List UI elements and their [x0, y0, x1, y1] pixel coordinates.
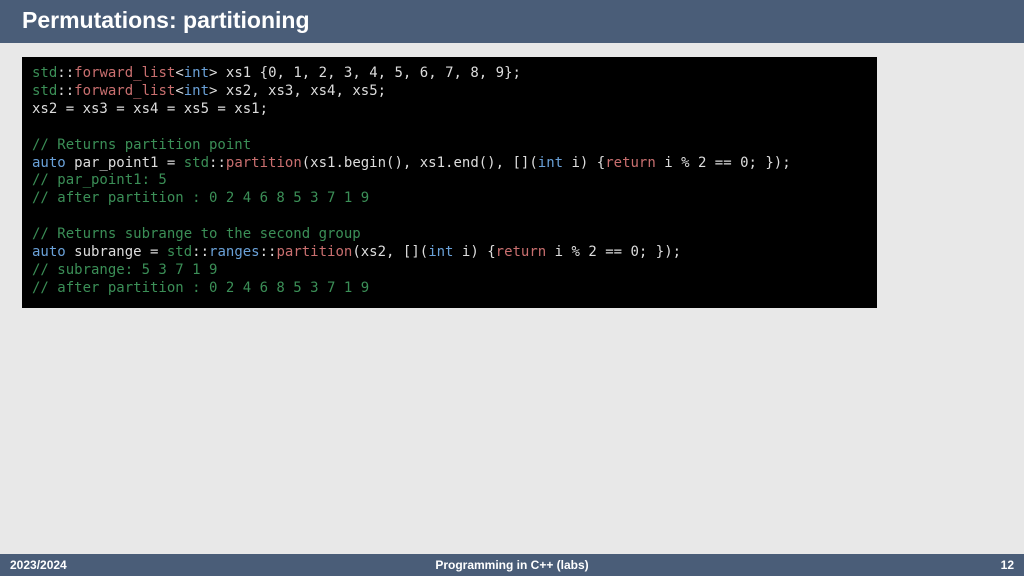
code-token: std: [184, 155, 209, 171]
code-block: std::forward_list<int> xs1 {0, 1, 2, 3, …: [22, 57, 877, 308]
code-token: <: [175, 65, 183, 81]
code-token: partition: [276, 244, 352, 260]
code-token: par_point1 =: [66, 155, 184, 171]
code-token: subrange =: [66, 244, 167, 260]
code-token: i % 2 == 0; });: [546, 244, 681, 260]
code-comment: // after partition : 0 2 4 6 8 5 3 7 1 9: [32, 280, 369, 296]
slide: Permutations: partitioning std::forward_…: [0, 0, 1024, 576]
code-comment: // par_point1: 5: [32, 172, 167, 188]
code-comment: // after partition : 0 2 4 6 8 5 3 7 1 9: [32, 190, 369, 206]
slide-title: Permutations: partitioning: [0, 0, 1024, 43]
code-comment: // Returns partition point: [32, 137, 251, 153]
code-token: ::: [209, 155, 226, 171]
footer-year: 2023/2024: [10, 558, 67, 572]
slide-body: std::forward_list<int> xs1 {0, 1, 2, 3, …: [0, 43, 1024, 576]
code-token: return: [496, 244, 547, 260]
code-token: forward_list: [74, 83, 175, 99]
code-token: std: [32, 65, 57, 81]
code-token: ::: [192, 244, 209, 260]
footer-course: Programming in C++ (labs): [0, 558, 1024, 572]
code-token: [217, 65, 225, 81]
code-token: ::: [260, 244, 277, 260]
code-token: i) {: [453, 244, 495, 260]
code-comment: // subrange: 5 3 7 1 9: [32, 262, 217, 278]
code-token: int: [184, 83, 209, 99]
code-token: {0, 1, 2, 3, 4, 5, 6, 7, 8, 9};: [251, 65, 521, 81]
code-token: auto: [32, 244, 66, 260]
code-token: int: [184, 65, 209, 81]
code-token: auto: [32, 155, 66, 171]
code-token: i) {: [563, 155, 605, 171]
code-token: <: [175, 83, 183, 99]
code-token: return: [605, 155, 656, 171]
code-token: int: [538, 155, 563, 171]
footer-page: 12: [1001, 558, 1014, 572]
code-token: ranges: [209, 244, 260, 260]
code-token: partition: [226, 155, 302, 171]
code-token: xs1: [226, 65, 251, 81]
code-token: i % 2 == 0; });: [656, 155, 791, 171]
code-token: (xs1.begin(), xs1.end(), [](: [302, 155, 538, 171]
code-comment: // Returns subrange to the second group: [32, 226, 361, 242]
code-token: ::: [57, 65, 74, 81]
footer: 2023/2024 Programming in C++ (labs) 12: [0, 554, 1024, 576]
code-token: xs2 = xs3 = xs4 = xs5 = xs1;: [32, 101, 268, 117]
code-token: std: [32, 83, 57, 99]
code-token: (xs2, [](: [352, 244, 428, 260]
code-token: std: [167, 244, 192, 260]
code-token: int: [428, 244, 453, 260]
code-token: forward_list: [74, 65, 175, 81]
code-token: ::: [57, 83, 74, 99]
code-token: xs2, xs3, xs4, xs5;: [217, 83, 386, 99]
